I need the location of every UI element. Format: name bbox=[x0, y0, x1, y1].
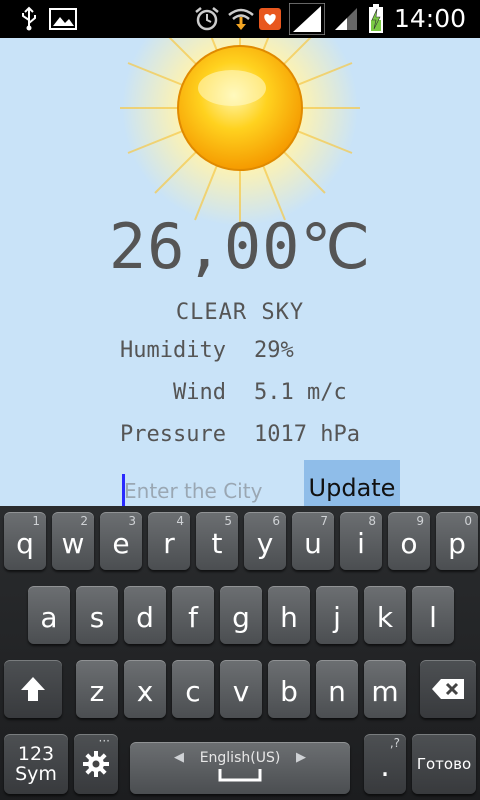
usb-icon bbox=[18, 0, 40, 38]
key-g[interactable]: g bbox=[220, 586, 262, 644]
key-q[interactable]: 1q bbox=[4, 512, 46, 570]
key-h[interactable]: h bbox=[268, 586, 310, 644]
wifi-download-icon bbox=[226, 0, 256, 38]
key-o[interactable]: 9o bbox=[388, 512, 430, 570]
gear-icon bbox=[83, 751, 109, 777]
wind-label: Wind bbox=[173, 380, 226, 405]
update-button[interactable]: Update bbox=[304, 460, 400, 506]
space-bar-icon bbox=[218, 769, 262, 782]
settings-key[interactable]: ··· bbox=[74, 734, 118, 794]
backspace-icon bbox=[432, 679, 464, 699]
key-x[interactable]: x bbox=[124, 660, 166, 718]
right-arrow-icon: ▶ bbox=[296, 750, 306, 765]
signal-partial-icon bbox=[332, 0, 360, 38]
key-y[interactable]: 6y bbox=[244, 512, 286, 570]
key-p[interactable]: 0p bbox=[436, 512, 478, 570]
battery-charging-icon bbox=[366, 0, 386, 38]
done-key[interactable]: Готово bbox=[412, 734, 476, 794]
weather-app: 26,00℃ CLEAR SKY Humidity 29% Wind 5.1 m… bbox=[0, 38, 480, 506]
key-w[interactable]: 2w bbox=[52, 512, 94, 570]
city-input[interactable] bbox=[122, 474, 302, 506]
pressure-label: Pressure bbox=[120, 422, 226, 447]
key-l[interactable]: l bbox=[412, 586, 454, 644]
key-j[interactable]: j bbox=[316, 586, 358, 644]
key-a[interactable]: a bbox=[28, 586, 70, 644]
period-key[interactable]: ,? . bbox=[364, 734, 406, 794]
sun-icon bbox=[120, 38, 360, 228]
key-i[interactable]: 8i bbox=[340, 512, 382, 570]
weather-description: CLEAR SKY bbox=[175, 300, 305, 325]
key-m[interactable]: m bbox=[364, 660, 406, 718]
key-t[interactable]: 5t bbox=[196, 512, 238, 570]
status-bar: 14:00 bbox=[0, 0, 480, 38]
signal-full-icon bbox=[288, 0, 326, 38]
humidity-label: Humidity bbox=[120, 338, 226, 363]
soft-keyboard: 1q 2w 3e 4r 5t 6y 7u 8i 9o 0p a s d f g … bbox=[0, 506, 480, 800]
symbols-key[interactable]: 123 Sym bbox=[4, 734, 68, 794]
space-key[interactable]: ◀ English(US) ▶ bbox=[130, 742, 350, 794]
key-s[interactable]: s bbox=[76, 586, 118, 644]
pressure-value: 1017 hPa bbox=[254, 422, 360, 447]
text-cursor bbox=[122, 474, 125, 506]
space-language-label: English(US) bbox=[199, 750, 281, 766]
key-f[interactable]: f bbox=[172, 586, 214, 644]
shift-key[interactable] bbox=[4, 660, 62, 718]
key-v[interactable]: v bbox=[220, 660, 262, 718]
status-clock: 14:00 bbox=[393, 4, 466, 33]
humidity-value: 29% bbox=[254, 338, 294, 363]
gallery-icon bbox=[48, 0, 78, 38]
backspace-key[interactable] bbox=[420, 660, 476, 718]
heart-notification-icon bbox=[258, 0, 282, 38]
key-b[interactable]: b bbox=[268, 660, 310, 718]
key-n[interactable]: n bbox=[316, 660, 358, 718]
key-k[interactable]: k bbox=[364, 586, 406, 644]
key-r[interactable]: 4r bbox=[148, 512, 190, 570]
alarm-icon bbox=[192, 0, 222, 38]
key-z[interactable]: z bbox=[76, 660, 118, 718]
key-u[interactable]: 7u bbox=[292, 512, 334, 570]
temperature-display: 26,00℃ bbox=[108, 210, 372, 283]
key-d[interactable]: d bbox=[124, 586, 166, 644]
key-e[interactable]: 3e bbox=[100, 512, 142, 570]
shift-arrow-icon bbox=[21, 677, 45, 701]
wind-value: 5.1 m/c bbox=[254, 380, 347, 405]
key-c[interactable]: c bbox=[172, 660, 214, 718]
